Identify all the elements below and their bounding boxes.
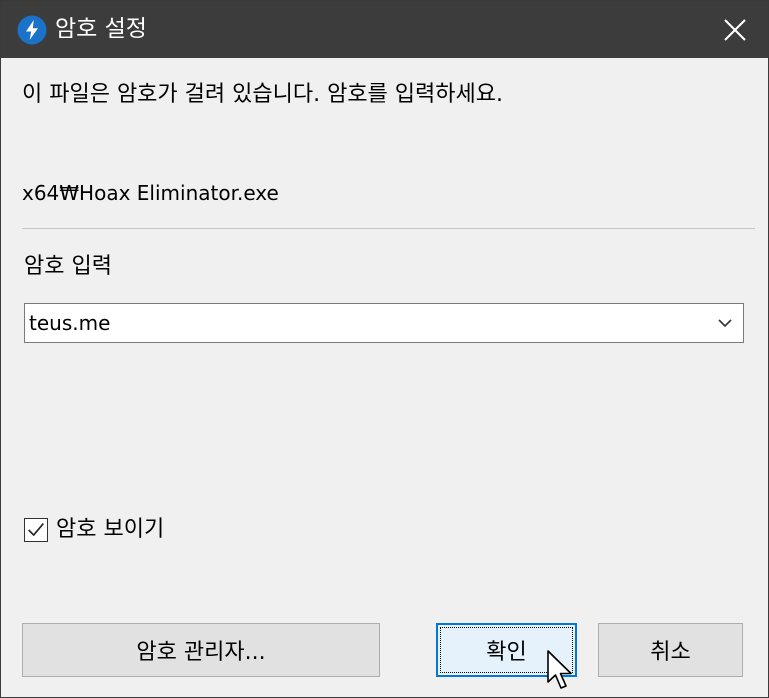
- prompt-message: 이 파일은 암호가 걸려 있습니다. 암호를 입력하세요.: [22, 82, 503, 107]
- password-manager-label: 암호 관리자...: [136, 640, 266, 665]
- lightning-bolt-icon: [17, 15, 47, 45]
- cancel-label: 취소: [650, 640, 691, 665]
- password-label: 암호 입력: [24, 254, 112, 279]
- password-manager-button[interactable]: 암호 관리자...: [22, 623, 380, 677]
- file-path: x64₩Hoax Eliminator.exe: [22, 181, 279, 205]
- checkmark-icon: [28, 523, 44, 537]
- close-button[interactable]: [713, 14, 755, 46]
- title-bar: 암호 설정: [1, 1, 768, 58]
- password-combobox[interactable]: [24, 303, 744, 343]
- divider: [22, 228, 755, 229]
- cancel-button[interactable]: 취소: [598, 623, 743, 677]
- password-dialog: 암호 설정 이 파일은 암호가 걸려 있습니다. 암호를 입력하세요. x64₩…: [0, 0, 769, 698]
- chevron-down-icon[interactable]: [715, 313, 735, 333]
- window-title: 암호 설정: [55, 16, 147, 42]
- ok-label: 확인: [486, 640, 527, 665]
- show-password-checkbox[interactable]: [24, 518, 48, 542]
- close-icon: [724, 19, 746, 41]
- show-password-label: 암호 보이기: [56, 517, 165, 542]
- ok-button[interactable]: 확인: [436, 623, 577, 677]
- password-input[interactable]: [29, 304, 709, 342]
